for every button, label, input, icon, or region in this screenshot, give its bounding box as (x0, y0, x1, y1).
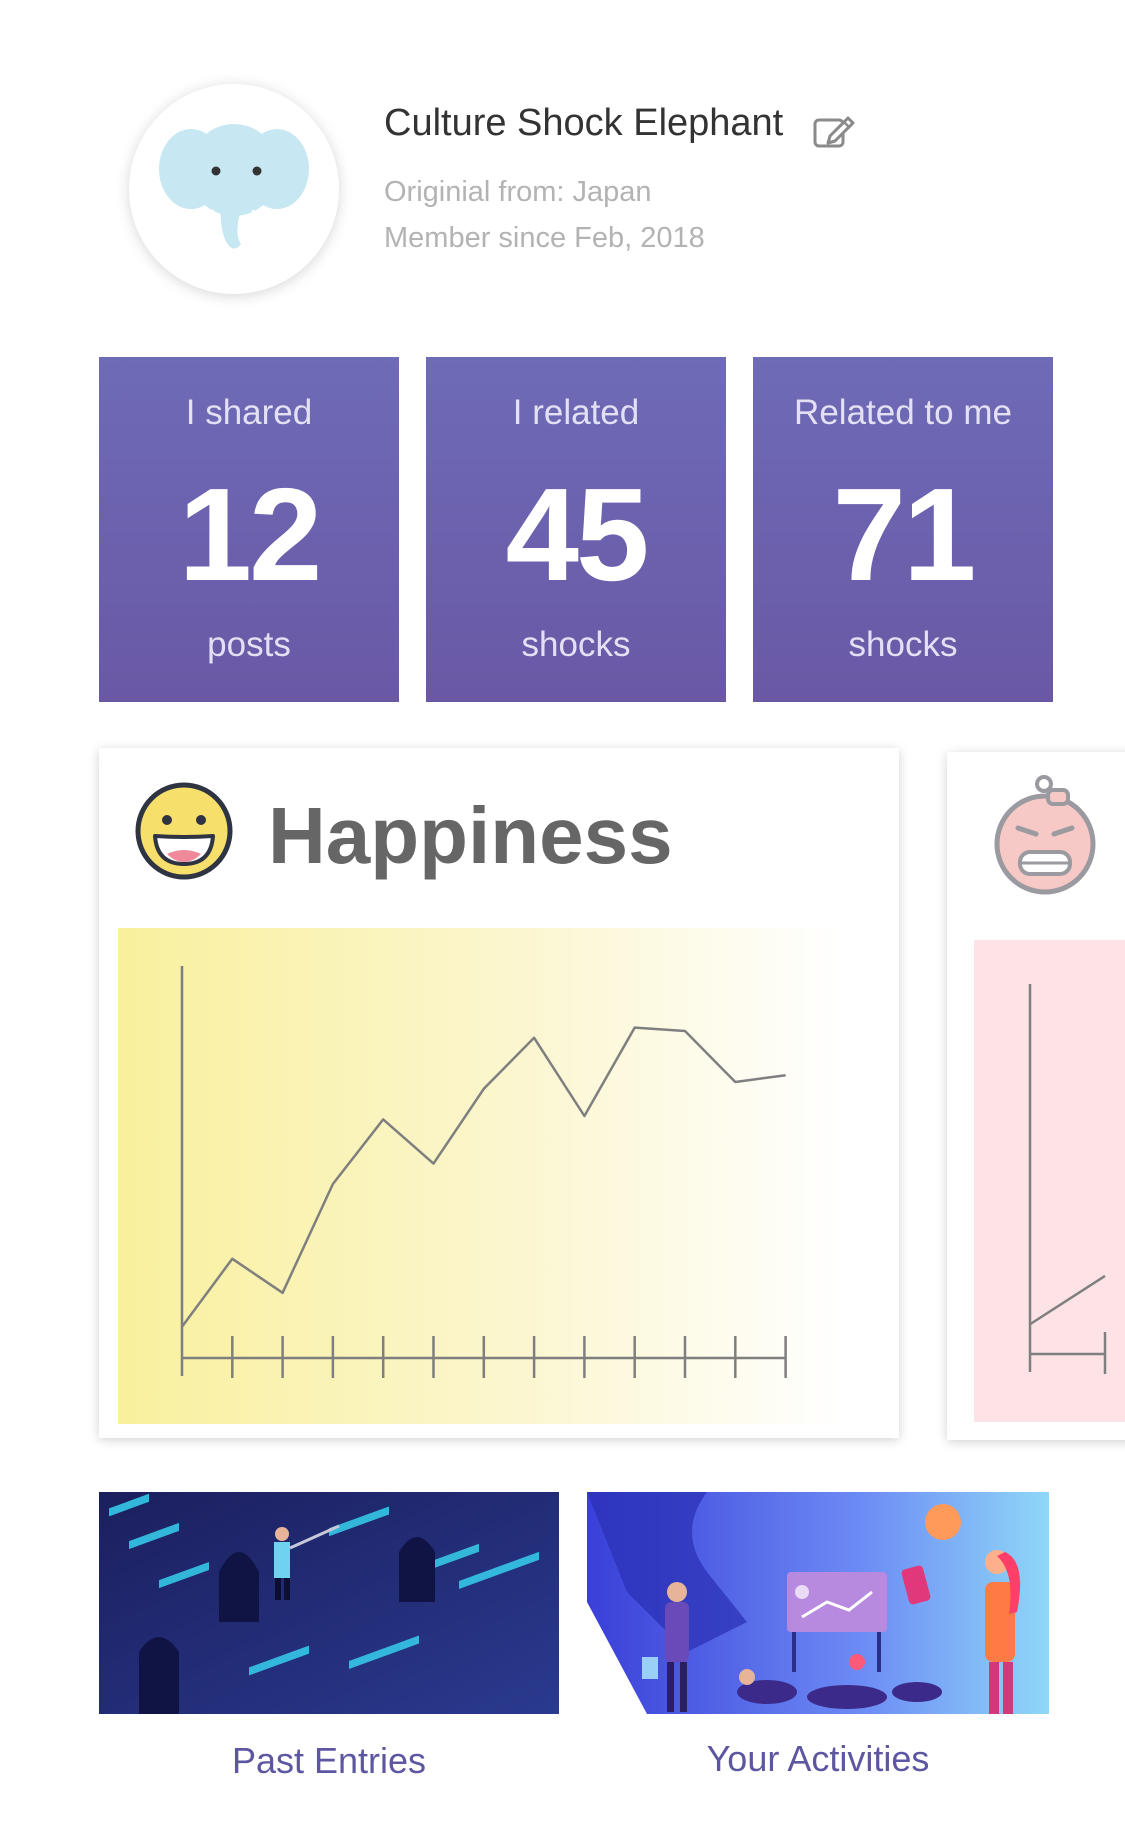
your-activities-thumbnail[interactable] (587, 1492, 1049, 1714)
series-line (1029, 1274, 1106, 1326)
stat-tile-related[interactable]: I related 45 shocks (426, 357, 726, 702)
stat-tile-related-to-me[interactable]: Related to me 71 shocks (753, 357, 1053, 702)
stat-unit: posts (207, 625, 291, 664)
happy-face-icon (133, 780, 235, 887)
angry-face-icon (990, 770, 1100, 901)
stat-value: 71 (832, 461, 977, 608)
happiness-chart (180, 966, 787, 1378)
stat-unit: shocks (848, 625, 958, 664)
card-title: Happiness (268, 791, 673, 880)
member-since-text: Member since Feb, 2018 (384, 222, 705, 254)
stat-label: Related to me (794, 393, 1012, 432)
stat-label: I related (512, 393, 640, 432)
past-entries-link[interactable]: Past Entries (99, 1740, 559, 1782)
angry-chart (1028, 984, 1107, 1374)
stat-value: 45 (505, 461, 650, 608)
stat-value: 12 (178, 461, 323, 608)
origin-text: Originial from: Japan (384, 176, 652, 208)
stat-tile-shared[interactable]: I shared 12 posts (99, 357, 399, 702)
avatar[interactable] (129, 84, 339, 294)
past-entries-thumbnail[interactable] (99, 1492, 559, 1714)
stat-unit: shocks (521, 625, 631, 664)
edit-icon[interactable] (812, 112, 856, 150)
your-activities-link[interactable]: Your Activities (587, 1738, 1049, 1780)
series-line (180, 1026, 786, 1328)
profile-name: Culture Shock Elephant (384, 102, 784, 144)
stat-label: I shared (185, 393, 313, 432)
elephant-icon (159, 124, 309, 249)
